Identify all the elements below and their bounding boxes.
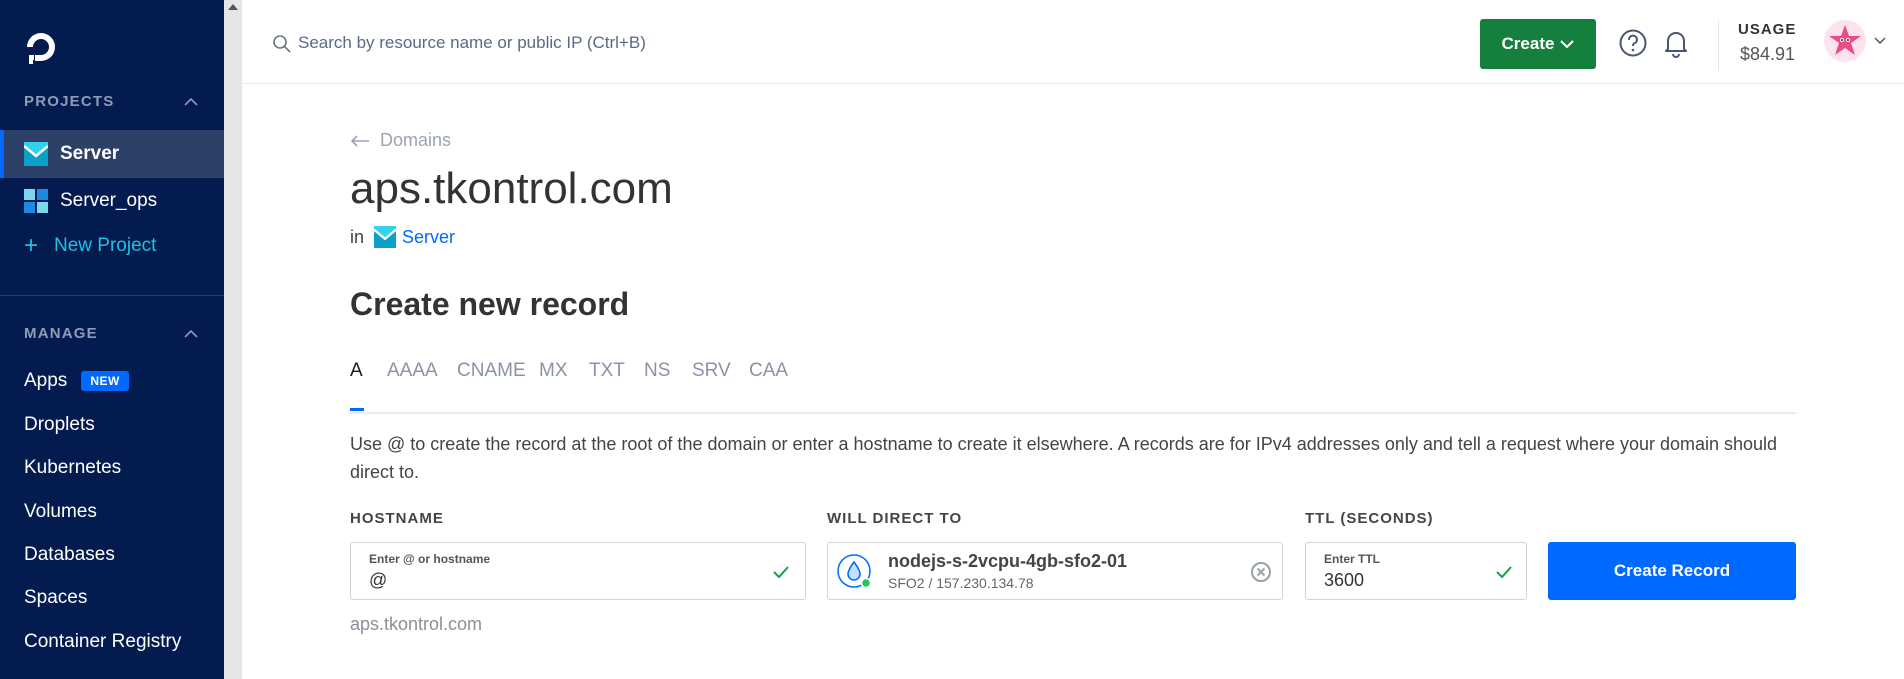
projects-heading: PROJECTS bbox=[24, 93, 115, 110]
sidebar-item-label: Kubernetes bbox=[24, 457, 122, 478]
tab-caa[interactable]: CAA bbox=[749, 360, 788, 382]
tab-aaaa[interactable]: AAAA bbox=[387, 360, 438, 382]
in-label: in bbox=[350, 226, 365, 247]
sidebar-item-label: Spaces bbox=[24, 587, 88, 608]
search-icon bbox=[273, 35, 291, 53]
plus-icon: + bbox=[24, 232, 39, 259]
record-type-tabs: A AAAA CNAME MX TXT NS SRV CAA bbox=[350, 356, 1796, 414]
check-icon bbox=[773, 566, 789, 579]
sidebar-item-apps[interactable]: Apps NEW bbox=[24, 370, 129, 392]
topbar-separator bbox=[1718, 20, 1719, 70]
sidebar-item-volumes[interactable]: Volumes bbox=[24, 501, 97, 523]
project-breadcrumb: in Server bbox=[350, 226, 455, 248]
hostname-field[interactable]: Enter @ or hostname @ bbox=[350, 542, 806, 600]
clear-icon[interactable] bbox=[1250, 561, 1272, 583]
tab-ns[interactable]: NS bbox=[644, 360, 670, 382]
back-to-domains-link[interactable]: Domains bbox=[350, 130, 451, 151]
ttl-value[interactable]: 3600 bbox=[1324, 570, 1364, 591]
app-root: PROJECTS Server Server_ops + New Project bbox=[0, 0, 1904, 679]
chevron-down-icon[interactable] bbox=[1874, 37, 1886, 45]
sidebar-item-droplets[interactable]: Droplets bbox=[24, 414, 95, 436]
project-icon bbox=[24, 189, 48, 213]
sidebar-project-label: Server bbox=[60, 143, 120, 164]
page-title: aps.tkontrol.com bbox=[350, 164, 673, 213]
ttl-mini-label: Enter TTL bbox=[1324, 552, 1380, 566]
sidebar-item-label: Volumes bbox=[24, 501, 97, 522]
hostname-hint: aps.tkontrol.com bbox=[350, 614, 483, 634]
create-button[interactable]: Create bbox=[1480, 19, 1596, 69]
project-icon bbox=[24, 142, 48, 166]
chevron-up-icon[interactable] bbox=[184, 329, 198, 339]
tab-txt[interactable]: TXT bbox=[589, 360, 625, 382]
sidebar-item-spaces[interactable]: Spaces bbox=[24, 587, 87, 609]
sidebar-item-container-registry[interactable]: Container Registry bbox=[24, 631, 181, 653]
create-button-label: Create bbox=[1501, 34, 1555, 53]
main-content: Domains aps.tkontrol.com in Server Creat… bbox=[242, 84, 1904, 679]
notification-bell-icon[interactable] bbox=[1662, 28, 1690, 58]
digitalocean-logo-icon[interactable] bbox=[22, 28, 60, 66]
hostname-label: HOSTNAME bbox=[350, 510, 444, 527]
chevron-up-icon[interactable] bbox=[184, 97, 198, 107]
create-record-button[interactable]: Create Record bbox=[1548, 542, 1796, 600]
tab-cname[interactable]: CNAME bbox=[457, 360, 526, 382]
sidebar-item-label: Databases bbox=[24, 544, 115, 565]
active-tab-indicator bbox=[350, 408, 364, 411]
sidebar-item-kubernetes[interactable]: Kubernetes bbox=[24, 457, 121, 479]
sidebar-project-server[interactable]: Server bbox=[0, 130, 224, 178]
search-input[interactable] bbox=[298, 28, 898, 58]
sidebar: PROJECTS Server Server_ops + New Project bbox=[0, 0, 224, 679]
section-title: Create new record bbox=[350, 286, 630, 322]
usage-label: USAGE bbox=[1738, 21, 1797, 38]
sidebar-project-server-ops[interactable]: Server_ops bbox=[0, 177, 224, 225]
record-description: Use @ to create the record at the root o… bbox=[350, 434, 1778, 482]
sidebar-item-label: Container Registry bbox=[24, 631, 182, 652]
ttl-field[interactable]: Enter TTL 3600 bbox=[1305, 542, 1527, 600]
sidebar-item-label: Apps bbox=[24, 370, 68, 391]
droplet-region-ip: SFO2 / 157.230.134.78 bbox=[888, 575, 1034, 591]
droplet-icon bbox=[837, 554, 872, 589]
sidebar-item-label: Droplets bbox=[24, 414, 95, 435]
direct-to-label: WILL DIRECT TO bbox=[827, 510, 963, 527]
starfish-avatar-icon bbox=[1829, 25, 1861, 55]
tab-srv[interactable]: SRV bbox=[692, 360, 731, 382]
droplet-name: nodejs-s-2vcpu-4gb-sfo2-01 bbox=[888, 551, 1128, 571]
sidebar-divider bbox=[0, 295, 224, 296]
project-icon bbox=[374, 226, 397, 248]
tab-a[interactable]: A bbox=[350, 360, 363, 382]
tab-mx[interactable]: MX bbox=[539, 360, 568, 382]
check-icon bbox=[1496, 566, 1512, 579]
direct-to-field[interactable]: nodejs-s-2vcpu-4gb-sfo2-01 SFO2 / 157.23… bbox=[827, 542, 1283, 600]
create-record-label: Create Record bbox=[1613, 561, 1731, 580]
scroll-up-arrow-icon[interactable] bbox=[228, 4, 238, 10]
back-link-label: Domains bbox=[380, 130, 452, 150]
help-icon[interactable] bbox=[1618, 28, 1648, 58]
hostname-value[interactable]: @ bbox=[369, 570, 387, 591]
scrollbar[interactable] bbox=[224, 0, 242, 679]
avatar[interactable] bbox=[1824, 20, 1866, 62]
manage-heading: MANAGE bbox=[24, 325, 98, 342]
new-project-link[interactable]: + New Project bbox=[24, 234, 156, 258]
arrow-left-icon bbox=[350, 134, 369, 147]
new-badge: NEW bbox=[81, 371, 129, 391]
hostname-mini-label: Enter @ or hostname bbox=[369, 552, 491, 566]
sidebar-item-databases[interactable]: Databases bbox=[24, 544, 115, 566]
sidebar-project-label: Server_ops bbox=[60, 190, 158, 211]
chevron-down-icon bbox=[1560, 40, 1575, 49]
usage-value[interactable]: $84.91 bbox=[1740, 44, 1795, 65]
project-link[interactable]: Server bbox=[402, 227, 455, 248]
new-project-label: New Project bbox=[54, 235, 157, 256]
topbar: Create USAGE $84.91 bbox=[242, 0, 1904, 84]
ttl-label: TTL (SECONDS) bbox=[1305, 510, 1434, 527]
